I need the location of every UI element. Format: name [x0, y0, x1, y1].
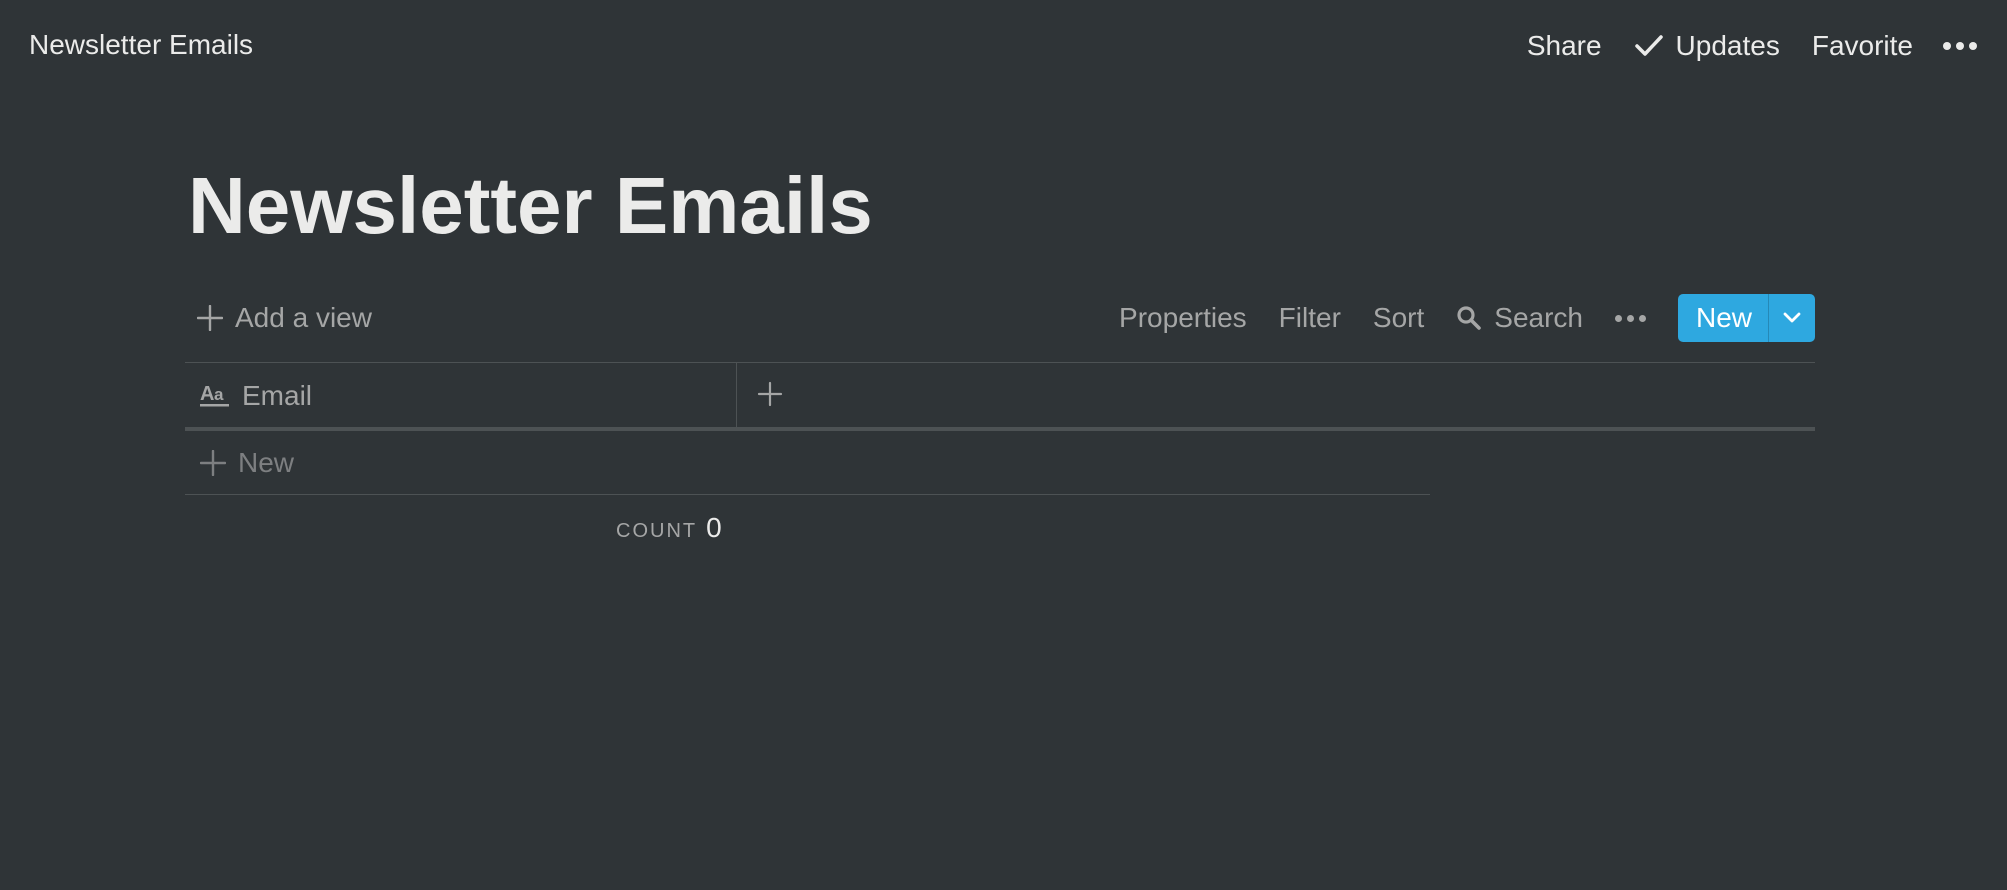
- page-title[interactable]: Newsletter Emails: [188, 158, 873, 254]
- count-calculation[interactable]: COUNT 0: [616, 512, 722, 544]
- sort-button[interactable]: Sort: [1373, 302, 1424, 334]
- favorite-button[interactable]: Favorite: [1812, 30, 1913, 62]
- search-icon: [1456, 305, 1482, 331]
- count-label: COUNT: [616, 520, 698, 542]
- plus-icon: [200, 449, 226, 476]
- column-header-email[interactable]: A a Email: [185, 363, 737, 428]
- table-header: A a Email: [185, 363, 1815, 428]
- top-bar: Newsletter Emails Share Updates Favorite: [0, 0, 2007, 92]
- properties-button[interactable]: Properties: [1119, 302, 1247, 334]
- chevron-down-icon[interactable]: [1768, 294, 1815, 342]
- new-button[interactable]: New: [1678, 294, 1768, 342]
- new-button-group: New: [1677, 294, 1815, 342]
- updates-label: Updates: [1675, 30, 1780, 61]
- more-horizontal-icon[interactable]: [1943, 42, 1977, 50]
- filter-button[interactable]: Filter: [1279, 302, 1341, 334]
- add-row-label: New: [238, 446, 295, 478]
- search-label: Search: [1494, 302, 1583, 333]
- search-button[interactable]: Search: [1456, 302, 1583, 334]
- add-column-icon[interactable]: [757, 381, 783, 407]
- svg-text:A: A: [200, 383, 214, 405]
- column-label: Email: [242, 379, 313, 411]
- plus-icon: [197, 305, 223, 331]
- top-actions: Share Updates Favorite: [1495, 26, 1977, 66]
- svg-text:a: a: [214, 385, 224, 404]
- add-view-label: Add a view: [235, 302, 372, 333]
- text-property-icon: A a: [200, 383, 230, 409]
- add-row-button[interactable]: New: [185, 431, 1430, 495]
- count-value: 0: [706, 512, 722, 543]
- database-toolbar: Add a view Properties Filter Sort Search…: [185, 294, 1815, 342]
- check-icon: [1634, 33, 1664, 59]
- updates-button[interactable]: Updates: [1634, 30, 1780, 62]
- breadcrumb[interactable]: Newsletter Emails: [29, 29, 253, 61]
- share-button[interactable]: Share: [1527, 30, 1602, 62]
- toolbar-actions: Properties Filter Sort Search New: [1119, 294, 1815, 342]
- more-options-icon[interactable]: [1614, 314, 1646, 322]
- add-view-button[interactable]: Add a view: [197, 302, 372, 334]
